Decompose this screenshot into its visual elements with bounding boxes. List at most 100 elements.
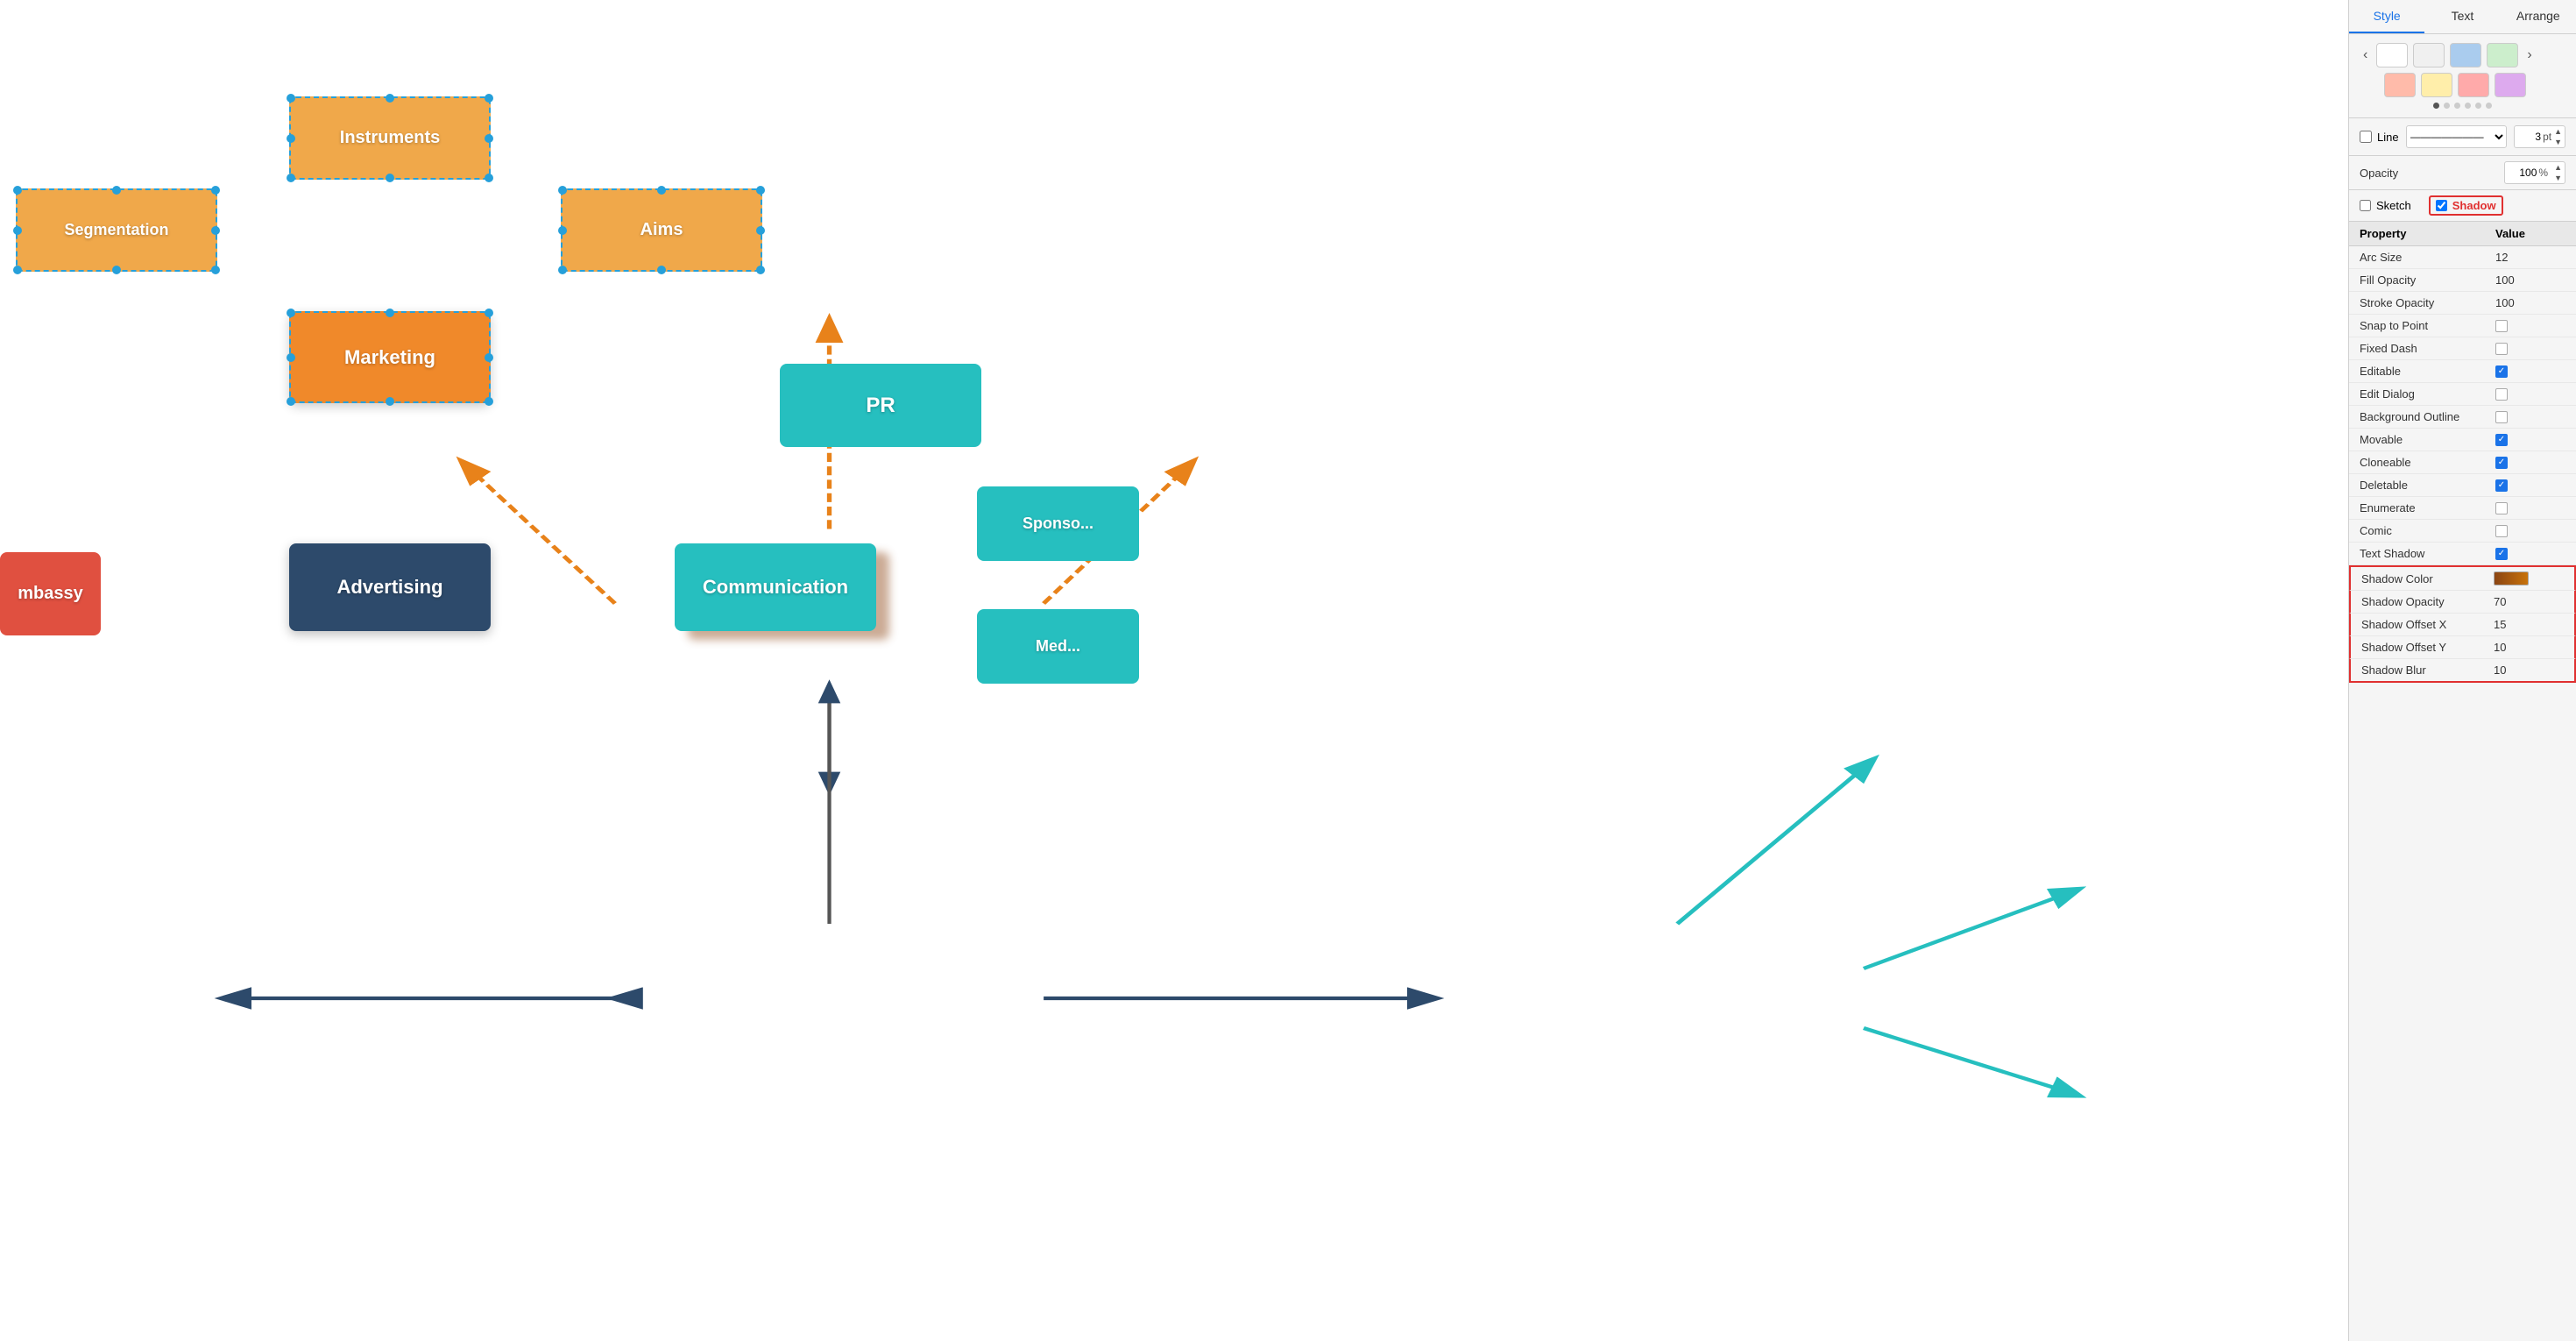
color-swatch-yellow[interactable] bbox=[2421, 73, 2452, 97]
opacity-up[interactable]: ▲ bbox=[2551, 162, 2565, 173]
prop-row-fill-opacity: Fill Opacity100 bbox=[2349, 269, 2576, 292]
prop-value-13: ✓ bbox=[2495, 548, 2565, 560]
prop-name-13: Text Shadow bbox=[2360, 547, 2495, 560]
prop-checkbox-enumerate[interactable] bbox=[2495, 502, 2508, 514]
tab-text[interactable]: Text bbox=[2424, 0, 2500, 33]
node-communication-label: Communication bbox=[703, 576, 848, 599]
color-swatch-salmon[interactable] bbox=[2384, 73, 2416, 97]
prop-value-16: 15 bbox=[2494, 618, 2564, 631]
sketch-shadow-row: Sketch Shadow bbox=[2349, 190, 2576, 222]
color-dot-2[interactable] bbox=[2444, 103, 2450, 109]
tab-style[interactable]: Style bbox=[2349, 0, 2424, 33]
prop-value-17: 10 bbox=[2494, 641, 2564, 654]
prop-value-10: ✓ bbox=[2495, 479, 2565, 492]
node-pr[interactable]: PR bbox=[780, 364, 981, 447]
color-swatch-white[interactable] bbox=[2376, 43, 2408, 67]
node-instruments[interactable]: Instruments bbox=[289, 96, 491, 180]
prop-row-shadow-offset-y: Shadow Offset Y10 bbox=[2349, 636, 2576, 659]
canvas-area[interactable]: Instruments Segmentation Aims Mar bbox=[0, 0, 2348, 1341]
prop-checkbox-cloneable[interactable]: ✓ bbox=[2495, 457, 2508, 469]
prop-name-15: Shadow Opacity bbox=[2361, 595, 2494, 608]
prop-value-14 bbox=[2494, 571, 2564, 585]
node-pr-label: PR bbox=[866, 394, 895, 418]
opacity-section: Opacity % ▲ ▼ bbox=[2349, 156, 2576, 190]
node-advertising-label: Advertising bbox=[336, 576, 442, 599]
color-swatch-pink[interactable] bbox=[2458, 73, 2489, 97]
prop-value-8: ✓ bbox=[2495, 434, 2565, 446]
node-embassy[interactable]: mbassy bbox=[0, 552, 101, 635]
prop-checkbox-background-outline[interactable] bbox=[2495, 411, 2508, 423]
prop-row-stroke-opacity: Stroke Opacity100 bbox=[2349, 292, 2576, 315]
color-dot-4[interactable] bbox=[2465, 103, 2471, 109]
prop-checkbox-editable[interactable]: ✓ bbox=[2495, 365, 2508, 378]
prop-row-editable: Editable✓ bbox=[2349, 360, 2576, 383]
shadow-box: Shadow bbox=[2429, 195, 2503, 216]
prop-name-10: Deletable bbox=[2360, 479, 2495, 492]
opacity-input[interactable] bbox=[2505, 165, 2538, 181]
color-dot-6[interactable] bbox=[2486, 103, 2492, 109]
shadow-color-swatch[interactable] bbox=[2494, 571, 2529, 585]
opacity-input-wrap: % ▲ ▼ bbox=[2504, 161, 2565, 184]
prop-row-enumerate: Enumerate bbox=[2349, 497, 2576, 520]
prop-name-1: Fill Opacity bbox=[2360, 273, 2495, 287]
prop-checkbox-text-shadow[interactable]: ✓ bbox=[2495, 548, 2508, 560]
node-segmentation[interactable]: Segmentation bbox=[16, 188, 217, 272]
prop-row-movable: Movable✓ bbox=[2349, 429, 2576, 451]
props-col-value: Value bbox=[2495, 227, 2565, 240]
node-media-label: Med... bbox=[1036, 637, 1080, 656]
node-marketing-label: Marketing bbox=[344, 346, 435, 369]
panel-tabs: Style Text Arrange bbox=[2349, 0, 2576, 34]
prop-row-arc-size: Arc Size12 bbox=[2349, 246, 2576, 269]
line-width-up[interactable]: ▲ bbox=[2551, 126, 2565, 137]
line-checkbox-label[interactable]: Line bbox=[2360, 131, 2399, 144]
color-nav-next[interactable]: › bbox=[2523, 47, 2535, 63]
prop-checkbox-edit-dialog[interactable] bbox=[2495, 388, 2508, 401]
line-checkbox[interactable] bbox=[2360, 131, 2372, 143]
sketch-box: Sketch bbox=[2360, 199, 2411, 212]
shadow-checkbox[interactable] bbox=[2436, 200, 2447, 211]
node-advertising[interactable]: Advertising bbox=[289, 543, 491, 631]
prop-value-15: 70 bbox=[2494, 595, 2564, 608]
line-style-select[interactable]: ——————— bbox=[2406, 125, 2507, 148]
prop-checkbox-movable[interactable]: ✓ bbox=[2495, 434, 2508, 446]
prop-checkbox-fixed-dash[interactable] bbox=[2495, 343, 2508, 355]
color-swatch-blue[interactable] bbox=[2450, 43, 2481, 67]
line-width-input[interactable] bbox=[2515, 129, 2543, 145]
node-sponsorship[interactable]: Sponso... bbox=[977, 486, 1139, 561]
node-embassy-label: mbassy bbox=[18, 584, 83, 604]
prop-value-1: 100 bbox=[2495, 273, 2565, 287]
prop-value-18: 10 bbox=[2494, 663, 2564, 677]
node-communication[interactable]: Communication bbox=[675, 543, 876, 631]
prop-row-cloneable: Cloneable✓ bbox=[2349, 451, 2576, 474]
prop-name-9: Cloneable bbox=[2360, 456, 2495, 469]
opacity-down[interactable]: ▼ bbox=[2551, 173, 2565, 183]
line-label: Line bbox=[2377, 131, 2399, 144]
prop-name-4: Fixed Dash bbox=[2360, 342, 2495, 355]
color-swatch-gray[interactable] bbox=[2413, 43, 2445, 67]
prop-row-shadow-opacity: Shadow Opacity70 bbox=[2349, 591, 2576, 614]
color-swatch-green[interactable] bbox=[2487, 43, 2518, 67]
line-width-down[interactable]: ▼ bbox=[2551, 137, 2565, 147]
prop-value-3 bbox=[2495, 320, 2565, 332]
color-dot-3[interactable] bbox=[2454, 103, 2460, 109]
color-nav-prev[interactable]: ‹ bbox=[2360, 47, 2371, 63]
color-swatch-lavender[interactable] bbox=[2495, 73, 2526, 97]
node-marketing[interactable]: Marketing bbox=[289, 311, 491, 403]
node-segmentation-label: Segmentation bbox=[64, 221, 168, 239]
node-media[interactable]: Med... bbox=[977, 609, 1139, 684]
prop-checkbox-deletable[interactable]: ✓ bbox=[2495, 479, 2508, 492]
color-dot-5[interactable] bbox=[2475, 103, 2481, 109]
prop-value-11 bbox=[2495, 502, 2565, 514]
prop-name-17: Shadow Offset Y bbox=[2361, 641, 2494, 654]
sketch-checkbox[interactable] bbox=[2360, 200, 2371, 211]
tab-arrange[interactable]: Arrange bbox=[2501, 0, 2576, 33]
color-dot-1[interactable] bbox=[2433, 103, 2439, 109]
prop-name-14: Shadow Color bbox=[2361, 572, 2494, 585]
prop-checkbox-snap-to-point[interactable] bbox=[2495, 320, 2508, 332]
prop-checkbox-comic[interactable] bbox=[2495, 525, 2508, 537]
line-width-stepper: ▲ ▼ bbox=[2551, 126, 2565, 147]
node-aims[interactable]: Aims bbox=[561, 188, 762, 272]
prop-value-12 bbox=[2495, 525, 2565, 537]
prop-value-6 bbox=[2495, 388, 2565, 401]
opacity-unit: % bbox=[2538, 167, 2551, 179]
